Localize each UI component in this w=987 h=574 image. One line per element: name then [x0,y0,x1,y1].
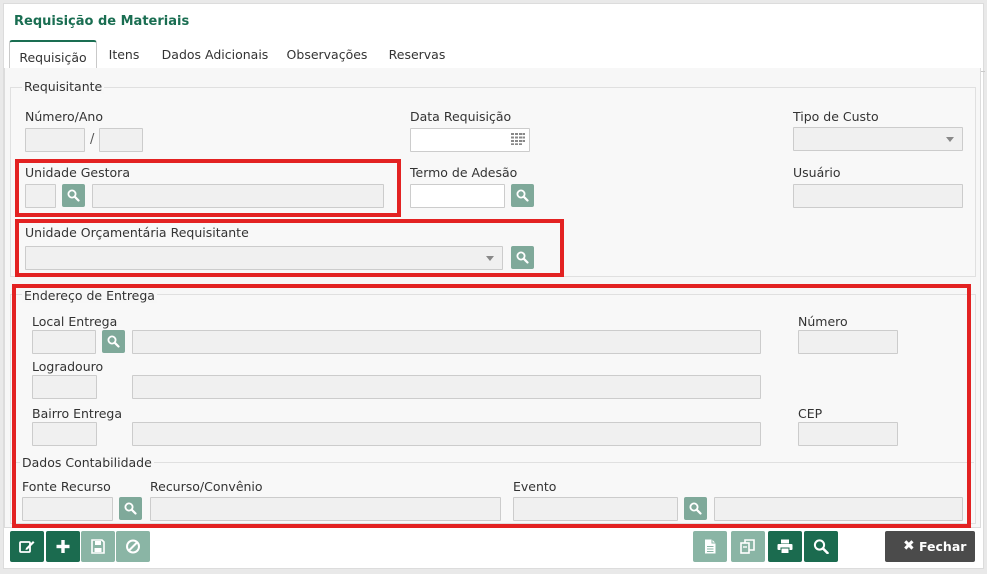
unidade-orcamentaria-search-button[interactable] [511,246,534,269]
endereco-legend: Endereço de Entrega [22,288,157,303]
unidade-orcamentaria-chevron-down-icon[interactable] [486,256,494,261]
cancel-icon [126,539,140,554]
save-icon [91,539,105,554]
logradouro-label: Logradouro [32,359,104,374]
print-button[interactable] [768,531,802,562]
search-icon [124,502,137,515]
unidade-orcamentaria-label: Unidade Orçamentária Requisitante [25,225,249,240]
fechar-label: Fechar [919,539,967,554]
numero-endereco-input[interactable] [798,330,898,354]
local-entrega-search-button[interactable] [102,330,125,353]
search-icon [813,539,829,554]
tipo-custo-select[interactable] [793,127,963,151]
close-icon: ✖ [903,538,915,554]
termo-adesao-input[interactable] [410,184,505,208]
bairro-code-input[interactable] [32,422,97,446]
search-button[interactable] [804,531,838,562]
evento-name-input[interactable] [714,497,963,521]
unidade-orcamentaria-select[interactable] [25,246,503,270]
print-icon [777,539,793,554]
recurso-convenio-label: Recurso/Convênio [150,479,263,494]
numero-label: Número [798,314,848,329]
data-requisicao-label: Data Requisição [410,109,512,124]
logradouro-code-input[interactable] [32,375,97,399]
edit-button[interactable] [10,531,44,562]
copy-button[interactable] [731,531,765,562]
search-icon [107,335,120,348]
bairro-name-input[interactable] [132,422,761,446]
page-title: Requisição de Materiais [14,14,190,29]
local-entrega-label: Local Entrega [32,314,118,329]
evento-search-button[interactable] [684,497,707,520]
contabilidade-legend: Dados Contabilidade [20,455,154,470]
copy-icon [740,539,755,554]
search-icon [516,189,529,202]
unidade-gestora-label: Unidade Gestora [25,165,130,180]
tipo-custo-chevron-down-icon[interactable] [946,137,954,142]
numero-ano-label: Número/Ano [25,109,103,124]
unidade-gestora-search-button[interactable] [62,184,85,207]
local-entrega-code-input[interactable] [32,330,96,354]
logradouro-name-input[interactable] [132,375,761,399]
unidade-gestora-name-input[interactable] [92,184,384,208]
numero-input[interactable] [25,128,85,152]
divider [14,462,974,463]
termo-adesao-search-button[interactable] [511,184,534,207]
evento-code-input[interactable] [513,497,678,521]
requisitante-legend: Requisitante [22,79,105,94]
unidade-gestora-code-input[interactable] [25,184,56,208]
cep-label: CEP [798,406,823,421]
document-button[interactable] [693,531,727,562]
search-icon [67,189,80,202]
local-entrega-name-input[interactable] [132,330,761,354]
cep-input[interactable] [798,422,898,446]
cancel-button[interactable] [116,531,150,562]
save-button[interactable] [81,531,115,562]
add-button[interactable] [46,531,80,562]
document-icon [705,539,716,554]
ano-input[interactable] [99,128,143,152]
calendar-icon[interactable] [511,133,525,145]
search-icon [516,251,529,264]
recurso-convenio-input[interactable] [150,497,501,521]
tipo-custo-label: Tipo de Custo [793,109,879,124]
fonte-recurso-input[interactable] [22,497,113,521]
usuario-label: Usuário [793,165,841,180]
fechar-button[interactable]: ✖ Fechar [885,531,975,562]
search-icon [689,502,702,515]
evento-label: Evento [513,479,557,494]
fonte-recurso-search-button[interactable] [119,497,142,520]
plus-icon [56,540,70,553]
bairro-entrega-label: Bairro Entrega [32,406,122,421]
usuario-input[interactable] [793,184,963,208]
edit-icon [19,541,35,553]
termo-adesao-label: Termo de Adesão [410,165,518,180]
numero-ano-separator: / [90,132,95,147]
fonte-recurso-label: Fonte Recurso [22,479,111,494]
